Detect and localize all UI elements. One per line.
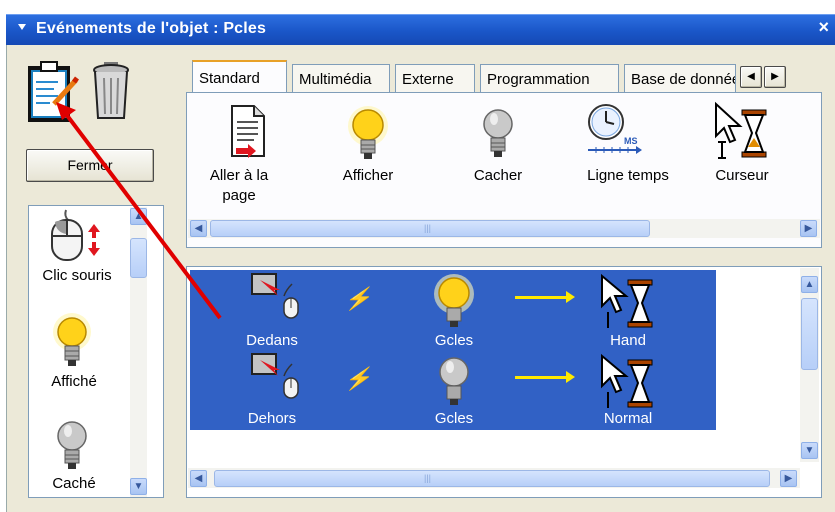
title-bar-fill[interactable]: Evénements de l'objet : Pcles × xyxy=(6,14,835,45)
scroll-left-arrow-icon[interactable]: ◀ xyxy=(190,470,207,487)
event-type-label: Affiché xyxy=(51,373,97,390)
mouse-click-icon xyxy=(51,209,100,261)
yellow-arrow-icon xyxy=(515,371,575,383)
scroll-thumb[interactable] xyxy=(130,238,147,278)
lightning-icon: ⚡ xyxy=(344,286,372,311)
tab-scroll-right-icon[interactable]: ▶ xyxy=(764,66,786,88)
tab-programmation[interactable]: Programmation xyxy=(480,64,619,92)
action-label: Aller à la page xyxy=(209,167,269,204)
window-title: Evénements de l'objet : Pcles xyxy=(36,20,267,37)
tab-standard[interactable]: Standard xyxy=(192,60,287,93)
scroll-left-arrow-icon[interactable]: ◀ xyxy=(190,220,207,237)
lightbulb-on-icon xyxy=(434,274,474,327)
lightbulb-off-icon xyxy=(57,421,87,469)
lightning-icon: ⚡ xyxy=(344,366,372,391)
event-trigger-label: Dedans xyxy=(246,332,298,349)
close-icon[interactable]: × xyxy=(818,17,829,38)
tab-scroll-left-icon[interactable]: ◀ xyxy=(740,66,762,88)
cursor-hourglass-icon[interactable] xyxy=(712,100,772,162)
scroll-down-arrow-icon[interactable]: ▼ xyxy=(801,442,818,459)
event-target-label: Gcles xyxy=(434,332,474,349)
title-bar: Evénements de l'objet : Pcles × xyxy=(0,0,835,48)
event-trigger-label: Dehors xyxy=(247,410,297,427)
scroll-thumb[interactable] xyxy=(214,470,770,487)
enter-area-icon xyxy=(251,273,299,319)
lightbulb-on-icon[interactable] xyxy=(344,104,392,164)
lightbulb-on-icon xyxy=(53,313,91,366)
lightbulb-off-icon[interactable] xyxy=(478,106,518,164)
scroll-up-arrow-icon[interactable]: ▲ xyxy=(801,276,818,293)
tab-multimedia[interactable]: Multimédia xyxy=(292,64,390,92)
collapse-arrow-icon[interactable] xyxy=(18,24,26,30)
yellow-arrow-icon xyxy=(515,291,575,303)
scroll-grip: ||| xyxy=(424,223,432,233)
event-result-label: Hand xyxy=(610,332,646,349)
scroll-up-arrow-icon[interactable]: ▲ xyxy=(130,208,147,225)
svg-text:MS: MS xyxy=(624,136,638,146)
action-label: Afficher xyxy=(342,167,394,184)
scroll-right-arrow-icon[interactable]: ▶ xyxy=(800,220,817,237)
timeline-clock-icon[interactable]: MS xyxy=(584,102,648,158)
scroll-grip: ||| xyxy=(424,473,432,483)
clipboard-notepad-icon[interactable] xyxy=(24,58,82,126)
action-label: Ligne temps xyxy=(587,167,669,184)
tab-base-de-donnees[interactable]: Base de donnée xyxy=(624,64,736,92)
event-type-label: Caché xyxy=(52,475,96,492)
cursor-hourglass-icon xyxy=(601,353,653,408)
tab-externe[interactable]: Externe xyxy=(395,64,475,92)
trash-icon[interactable] xyxy=(90,60,134,124)
event-result-label: Normal xyxy=(603,410,653,427)
document-goto-icon[interactable] xyxy=(226,104,270,162)
cursor-hourglass-icon xyxy=(601,273,653,328)
close-button[interactable]: Fermer xyxy=(26,149,154,182)
scroll-right-arrow-icon[interactable]: ▶ xyxy=(780,470,797,487)
lightbulb-off-icon xyxy=(439,357,469,405)
scroll-thumb[interactable] xyxy=(801,298,818,370)
event-target-label: Gcles xyxy=(434,410,474,427)
action-label: Curseur xyxy=(715,167,769,184)
scroll-down-arrow-icon[interactable]: ▼ xyxy=(130,478,147,495)
leave-area-icon xyxy=(251,353,299,399)
action-label: Cacher xyxy=(473,167,523,184)
event-type-label: Clic souris xyxy=(42,267,112,284)
